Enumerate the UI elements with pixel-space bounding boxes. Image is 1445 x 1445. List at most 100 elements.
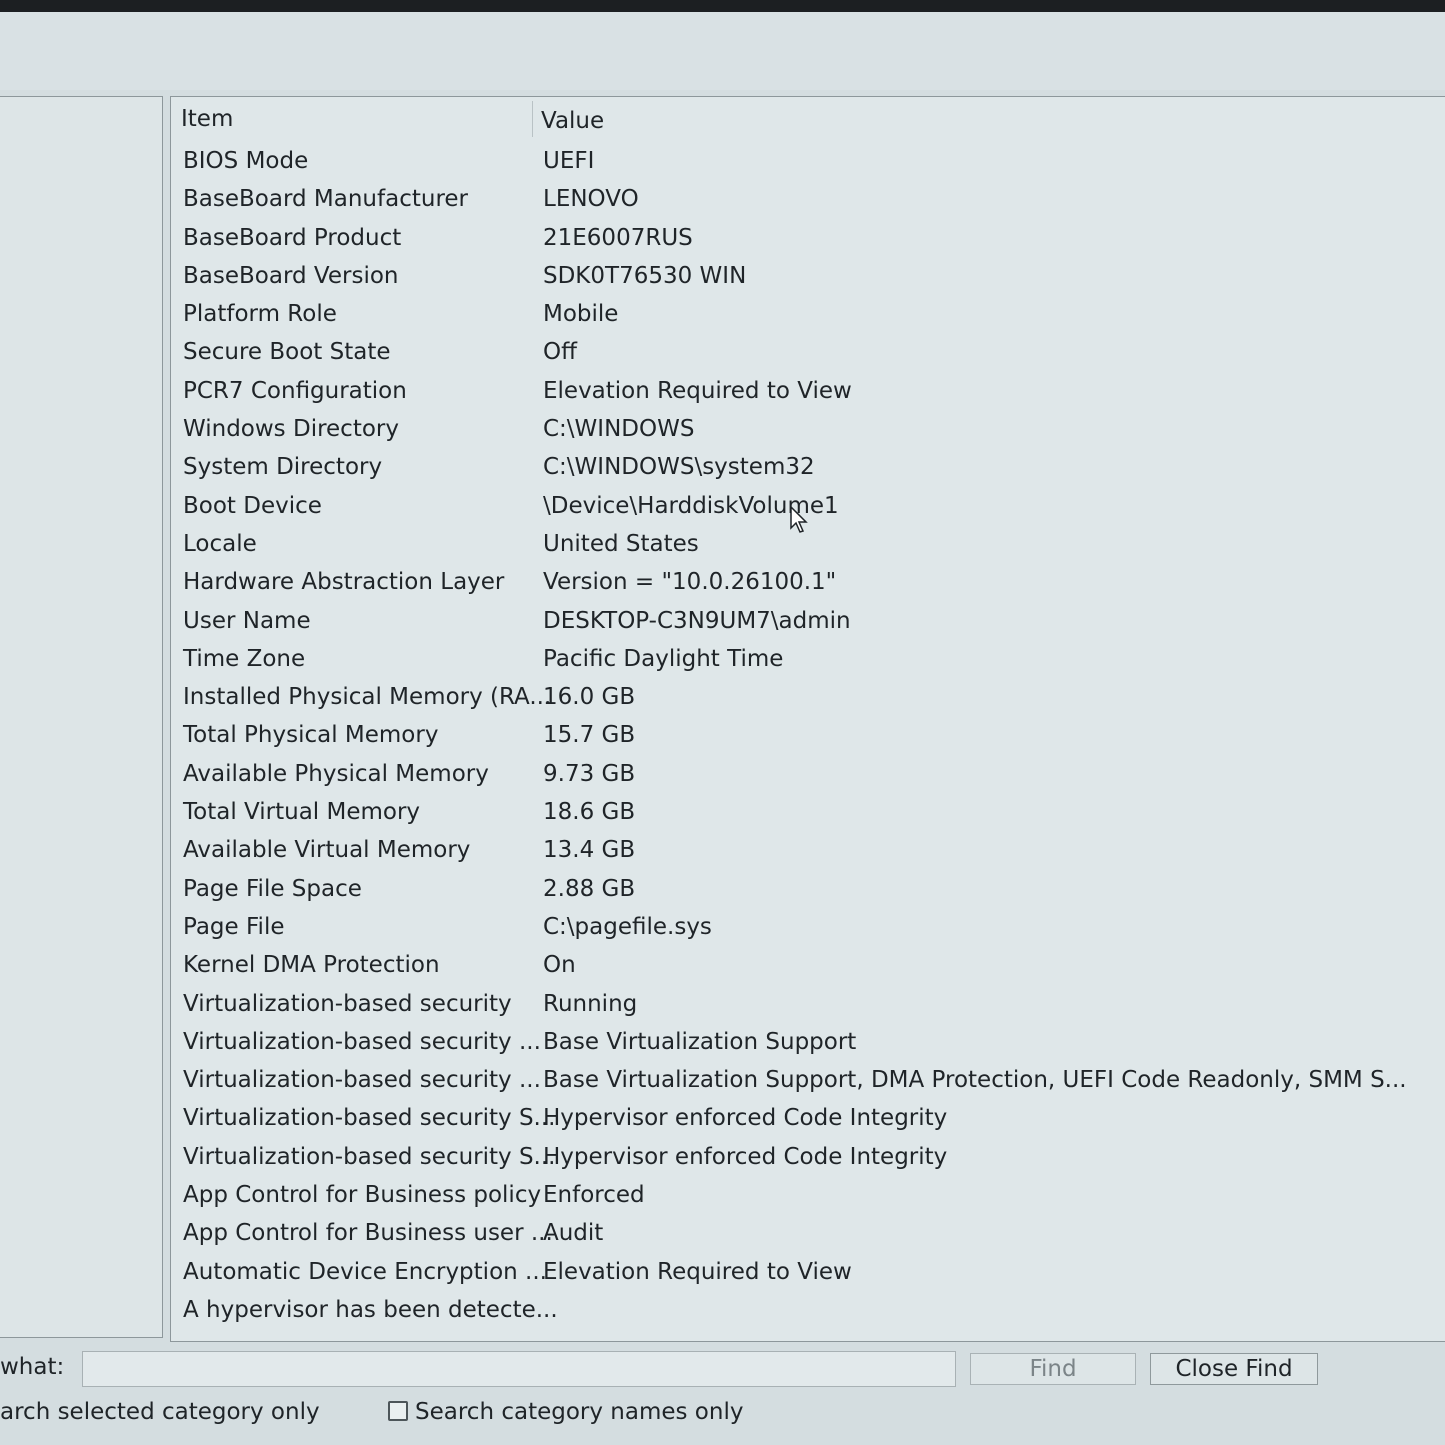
row-item: Page File: [183, 913, 285, 940]
row-item: Platform Role: [183, 301, 337, 328]
row-value: Base Virtualization Support: [543, 1028, 857, 1055]
table-row[interactable]: System Directory C:\WINDOWS\system32: [171, 449, 1445, 487]
row-item: Available Virtual Memory: [183, 837, 471, 864]
row-item: BaseBoard Version: [183, 262, 399, 289]
table-row[interactable]: Total Virtual Memory 18.6 GB: [171, 794, 1445, 832]
table-row[interactable]: PCR7 Configuration Elevation Required to …: [171, 373, 1445, 411]
column-header-item[interactable]: Item: [181, 105, 233, 133]
row-value: SDK0T76530 WIN: [543, 262, 747, 289]
table-row[interactable]: App Control for Business policy Enforced: [171, 1177, 1445, 1215]
row-item: Virtualization-based security S...: [183, 1105, 556, 1132]
table-rows: BIOS Mode UEFI BaseBoard Manufacturer LENOV…: [171, 143, 1445, 1330]
find-button[interactable]: Find: [970, 1353, 1136, 1385]
row-item: BIOS Mode: [183, 148, 309, 174]
row-value: 16.0 GB: [543, 684, 636, 711]
table-row[interactable]: Boot Device \Device\HarddiskVolume1: [171, 488, 1445, 526]
table-row[interactable]: Hardware Abstraction Layer Version = "10.…: [171, 564, 1445, 602]
row-item: System Directory: [183, 454, 383, 481]
row-item: Time Zone: [183, 645, 306, 672]
row-value: 18.6 GB: [543, 799, 636, 826]
table-row[interactable]: App Control for Business user ... Audit: [171, 1215, 1445, 1253]
row-value: UEFI: [543, 148, 595, 174]
row-item: Windows Directory: [183, 416, 399, 443]
list-header: Item Value: [171, 97, 1445, 141]
table-row[interactable]: Virtualization-based security Running: [171, 986, 1445, 1024]
table-row[interactable]: Virtualization-based security S... Hyperv…: [171, 1139, 1445, 1177]
row-value: Mobile: [543, 301, 619, 328]
table-row[interactable]: Available Virtual Memory 13.4 GB: [171, 832, 1445, 870]
row-value: On: [543, 952, 576, 979]
row-item: BaseBoard Manufacturer: [183, 186, 468, 213]
table-row[interactable]: Locale United States: [171, 526, 1445, 564]
system-summary-list[interactable]: Item Value BIOS Mode UEFI BaseBoard Manufa…: [170, 96, 1445, 1342]
row-value: 13.4 GB: [543, 837, 636, 864]
row-value: Enforced: [543, 1182, 645, 1209]
row-item: Virtualization-based security ...: [183, 1028, 541, 1055]
table-row[interactable]: User Name DESKTOP-C3N9UM7\admin: [171, 603, 1445, 641]
row-value: DESKTOP-C3N9UM7\admin: [543, 607, 851, 634]
row-item: User Name: [183, 607, 311, 634]
category-tree-pane[interactable]: [0, 96, 163, 1338]
row-value: Elevation Required to View: [543, 1258, 852, 1285]
table-row[interactable]: Windows Directory C:\WINDOWS: [171, 411, 1445, 449]
row-value: 9.73 GB: [543, 760, 636, 787]
row-item: Hardware Abstraction Layer: [183, 569, 505, 596]
search-selected-category-label[interactable]: arch selected category only: [0, 1398, 320, 1426]
row-value: 21E6007RUS: [543, 224, 693, 251]
row-item: Installed Physical Memory (RA...: [183, 684, 552, 711]
row-item: Locale: [183, 530, 257, 557]
table-row[interactable]: BaseBoard Manufacturer LENOVO: [171, 181, 1445, 219]
table-row[interactable]: Virtualization-based security ... Base Vi…: [171, 1024, 1445, 1062]
window-toolbar-area: [0, 12, 1445, 90]
table-row[interactable]: Page File C:\pagefile.sys: [171, 909, 1445, 947]
table-row[interactable]: Kernel DMA Protection On: [171, 947, 1445, 985]
row-item: App Control for Business policy: [183, 1182, 542, 1209]
row-value: Audit: [543, 1220, 604, 1247]
table-row[interactable]: Platform Role Mobile: [171, 296, 1445, 334]
column-header-value[interactable]: Value: [541, 107, 604, 135]
find-what-input[interactable]: [82, 1351, 956, 1387]
row-item: App Control for Business user ...: [183, 1220, 553, 1247]
row-item: PCR7 Configuration: [183, 377, 407, 404]
window-top-edge: [0, 0, 1445, 12]
table-row[interactable]: Virtualization-based security S... Hyperv…: [171, 1100, 1445, 1138]
row-item: Kernel DMA Protection: [183, 952, 440, 979]
table-row[interactable]: BIOS Mode UEFI: [171, 143, 1445, 181]
row-value: Running: [543, 990, 638, 1017]
row-item: Virtualization-based security: [183, 990, 512, 1017]
search-category-names-label[interactable]: Search category names only: [415, 1398, 743, 1426]
table-row[interactable]: Virtualization-based security ... Base Vi…: [171, 1062, 1445, 1100]
table-row[interactable]: BaseBoard Version SDK0T76530 WIN: [171, 258, 1445, 296]
row-value: 2.88 GB: [543, 875, 636, 902]
table-row[interactable]: BaseBoard Product 21E6007RUS: [171, 220, 1445, 258]
row-item: Page File Space: [183, 875, 362, 902]
mouse-pointer-icon: [790, 506, 808, 533]
row-value: Pacific Daylight Time: [543, 645, 784, 672]
row-value: C:\WINDOWS: [543, 416, 695, 443]
close-find-button[interactable]: Close Find: [1150, 1353, 1318, 1385]
table-row[interactable]: A hypervisor has been detecte...: [171, 1292, 1445, 1330]
row-item: Total Virtual Memory: [183, 799, 421, 826]
row-value: Hypervisor enforced Code Integrity: [543, 1143, 948, 1170]
table-row[interactable]: Secure Boot State Off: [171, 334, 1445, 372]
table-row[interactable]: Installed Physical Memory (RA... 16.0 GB: [171, 679, 1445, 717]
row-item: Available Physical Memory: [183, 760, 489, 787]
find-what-label: what:: [0, 1354, 65, 1380]
table-row[interactable]: Total Physical Memory 15.7 GB: [171, 717, 1445, 755]
row-item: Automatic Device Encryption ...: [183, 1258, 547, 1285]
table-row[interactable]: Available Physical Memory 9.73 GB: [171, 756, 1445, 794]
checkbox-icon[interactable]: [388, 1401, 408, 1421]
row-value: C:\pagefile.sys: [543, 913, 712, 940]
row-item: Virtualization-based security S...: [183, 1143, 556, 1170]
row-value: United States: [543, 530, 699, 557]
row-value: Off: [543, 339, 577, 366]
table-row[interactable]: Automatic Device Encryption ... Elevation…: [171, 1254, 1445, 1292]
table-row[interactable]: Time Zone Pacific Daylight Time: [171, 641, 1445, 679]
column-divider[interactable]: [532, 101, 533, 137]
table-row[interactable]: Page File Space 2.88 GB: [171, 871, 1445, 909]
row-value: Hypervisor enforced Code Integrity: [543, 1105, 948, 1132]
row-item: Virtualization-based security ...: [183, 1067, 541, 1094]
row-value: Version = "10.0.26100.1": [543, 569, 837, 596]
row-item: Boot Device: [183, 492, 322, 519]
row-value: LENOVO: [543, 186, 639, 213]
